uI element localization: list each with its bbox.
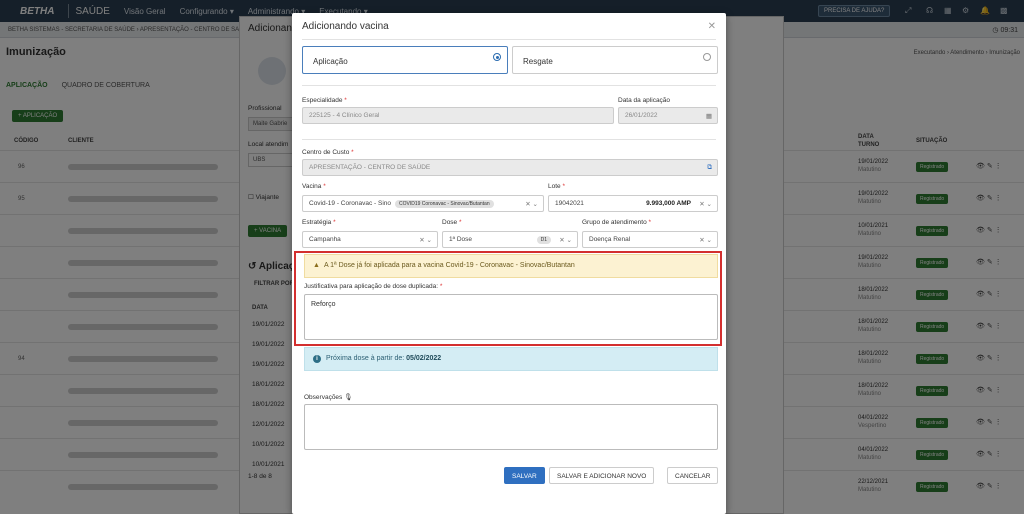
- radio-checked-icon: [493, 53, 501, 61]
- grupo-select[interactable]: Doença Renal ✕ ⌄: [582, 231, 718, 248]
- warning-text: A 1ª Dose já foi aplicada para a vacina …: [323, 262, 575, 269]
- dose-chip: D1: [536, 236, 551, 244]
- estrategia-label-text: Estratégia: [302, 219, 332, 226]
- save-button[interactable]: SALVAR: [504, 467, 545, 484]
- especialidade-field[interactable]: 225125 - 4 Clínico Geral: [302, 107, 614, 124]
- clear-chevron-icon[interactable]: ✕ ⌄: [419, 236, 432, 244]
- vacina-label-text: Vacina: [302, 183, 322, 190]
- data-aplicacao-value: 26/01/2022: [625, 112, 658, 119]
- vacina-value: Covid-19 - Coronavac - Sino: [309, 200, 392, 207]
- dose-label-text: Dose: [442, 219, 458, 226]
- lote-qty: 9.993,000 AMP: [646, 200, 691, 207]
- info-prefix: Próxima dose à partir de:: [326, 355, 407, 362]
- lote-value: 19042021: [555, 200, 584, 207]
- warning-icon: ▲: [313, 262, 320, 269]
- calendar-icon[interactable]: ▦: [706, 112, 712, 120]
- dose-value: 1ª Dose: [449, 236, 473, 243]
- modal-title: Adicionando vacina: [302, 21, 389, 32]
- close-icon[interactable]: ✕: [708, 21, 716, 32]
- vacina-label: Vacina *: [302, 183, 326, 190]
- centro-custo-label: Centro de Custo *: [302, 149, 354, 156]
- save-and-new-button[interactable]: SALVAR E ADICIONAR NOVO: [549, 467, 655, 484]
- centro-custo-field[interactable]: APRESENTAÇÃO - CENTRO DE SAÚDE ⧉: [302, 159, 718, 176]
- grupo-value: Doença Renal: [589, 236, 631, 243]
- lote-label: Lote *: [548, 183, 565, 190]
- justificativa-textarea[interactable]: Reforço: [304, 294, 718, 340]
- hierarchy-icon[interactable]: ⧉: [707, 164, 712, 172]
- estrategia-value: Campanha: [309, 236, 341, 243]
- clear-chevron-icon[interactable]: ✕ ⌄: [559, 236, 572, 244]
- data-aplicacao-field[interactable]: 26/01/2022 ▦: [618, 107, 718, 124]
- clear-chevron-icon[interactable]: ✕ ⌄: [525, 200, 538, 208]
- clear-chevron-icon[interactable]: ✕ ⌄: [699, 236, 712, 244]
- vacina-chip: COVID19 Coronavac - Sinovac/Butantan: [395, 200, 494, 208]
- info-icon: i: [313, 355, 321, 363]
- dose-select[interactable]: 1ª Dose D1 ✕ ⌄: [442, 231, 578, 248]
- dose-label: Dose *: [442, 219, 462, 226]
- cancel-button[interactable]: CANCELAR: [667, 467, 719, 484]
- divider: [302, 139, 716, 140]
- grupo-label: Grupo de atendimento *: [582, 219, 652, 226]
- duplicate-dose-warning: ▲ A 1ª Dose já foi aplicada para a vacina…: [304, 254, 718, 278]
- especialidade-label: Especialidade *: [302, 97, 347, 104]
- centro-custo-value: APRESENTAÇÃO - CENTRO DE SAÚDE: [309, 164, 431, 171]
- data-aplicacao-label: Data da aplicação: [618, 97, 671, 104]
- estrategia-label: Estratégia *: [302, 219, 336, 226]
- lote-label-text: Lote: [548, 183, 561, 190]
- radio-resgate[interactable]: Resgate: [512, 46, 718, 74]
- grupo-label-text: Grupo de atendimento: [582, 219, 647, 226]
- especialidade-label-text: Especialidade: [302, 97, 343, 104]
- next-dose-info: i Próxima dose à partir de: 05/02/2022: [304, 347, 718, 371]
- radio-unchecked-icon: [703, 53, 711, 61]
- microphone-icon[interactable]: 🎙: [344, 394, 352, 401]
- info-date: 05/02/2022: [406, 355, 442, 362]
- justificativa-label-text: Justificativa para aplicação de dose dup…: [304, 283, 439, 290]
- radio-aplicacao-label: Aplicação: [313, 57, 348, 66]
- estrategia-select[interactable]: Campanha ✕ ⌄: [302, 231, 438, 248]
- divider: [302, 39, 716, 40]
- radio-resgate-label: Resgate: [523, 57, 553, 66]
- centro-custo-label-text: Centro de Custo: [302, 149, 350, 156]
- clear-chevron-icon[interactable]: ✕ ⌄: [699, 200, 712, 208]
- observacoes-label: Observações 🎙: [304, 393, 352, 401]
- vacina-select[interactable]: Covid-19 - Coronavac - Sino COVID19 Coron…: [302, 195, 544, 212]
- divider: [302, 85, 716, 86]
- justificativa-label: Justificativa para aplicação de dose dup…: [304, 283, 443, 290]
- lote-select[interactable]: 19042021 9.993,000 AMP ✕ ⌄: [548, 195, 718, 212]
- observacoes-textarea[interactable]: [304, 404, 718, 450]
- radio-aplicacao[interactable]: Aplicação: [302, 46, 508, 74]
- observacoes-label-text: Observações: [304, 394, 343, 401]
